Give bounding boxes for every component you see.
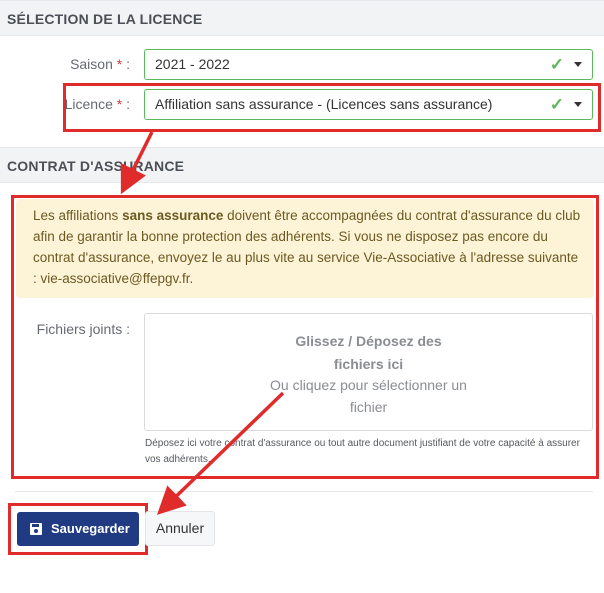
saison-select-value: 2021 - 2022	[155, 56, 230, 72]
label-colon: :	[126, 56, 130, 72]
required-mark: *	[116, 56, 123, 72]
section-title-licence: SÉLECTION DE LA LICENCE	[0, 0, 604, 36]
highlight-box-contrat	[11, 195, 599, 479]
caret-down-icon[interactable]	[574, 62, 582, 67]
section-title-contrat: CONTRAT D'ASSURANCE	[0, 147, 604, 183]
cancel-button[interactable]: Annuler	[145, 511, 215, 546]
highlight-box-save	[8, 503, 148, 555]
saison-select[interactable]: 2021 - 2022 ✓	[144, 49, 593, 80]
check-icon: ✓	[549, 55, 564, 74]
highlight-box-licence	[63, 83, 601, 132]
divider	[15, 491, 593, 492]
saison-label-text: Saison	[70, 56, 113, 72]
saison-label: Saison * :	[60, 56, 130, 72]
